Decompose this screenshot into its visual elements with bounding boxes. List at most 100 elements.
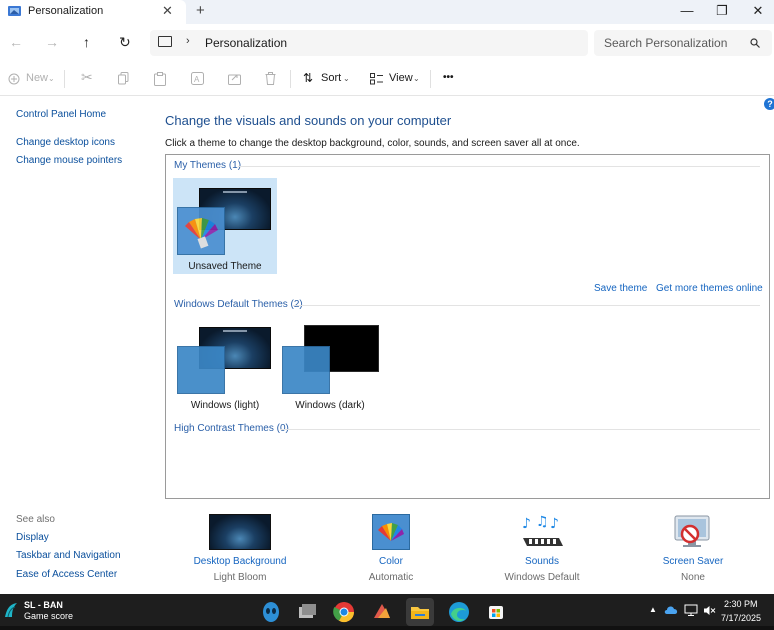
volume-muted-icon[interactable] (703, 604, 716, 617)
get-more-themes-link[interactable]: Get more themes online (656, 283, 763, 294)
address-field[interactable]: › Personalization (150, 30, 588, 56)
paste-icon[interactable] (154, 72, 166, 86)
tab-personalization[interactable]: Personalization ✕ (0, 0, 186, 24)
setting-value: Windows Default (504, 572, 580, 583)
alienware-app-icon[interactable] (257, 598, 285, 626)
taskbar: SL - BAN Game score ▲ 2:30 PM 7/17/2025 (0, 594, 774, 630)
title-bar: Personalization ✕ + — ❐ ✕ (0, 0, 774, 24)
sort-button[interactable]: Sort (321, 72, 341, 84)
close-window-button[interactable]: ✕ (743, 1, 773, 23)
search-placeholder: Search Personalization (604, 36, 728, 50)
refresh-icon[interactable]: ↻ (119, 34, 131, 51)
sounds-icon: ♪ ♫ ♪ (522, 514, 563, 546)
divider (430, 70, 431, 88)
file-explorer-icon[interactable] (406, 598, 437, 630)
setting-value: None (681, 572, 705, 583)
svg-text:♪: ♪ (550, 516, 559, 532)
search-icon (750, 38, 760, 48)
setting-label[interactable]: Color (326, 556, 456, 567)
setting-value: Light Bloom (213, 572, 267, 583)
ease-of-access-link[interactable]: Ease of Access Center (16, 569, 117, 580)
theme-color-swatch (177, 346, 225, 394)
themes-list: My Themes (1) Unsaved Theme Save theme G… (165, 154, 770, 499)
svg-text:A: A (194, 75, 200, 84)
clock-date[interactable]: 7/17/2025 (721, 613, 761, 623)
theme-label: Windows (dark) (295, 400, 365, 411)
svg-text:♪: ♪ (522, 516, 531, 532)
chevron-down-icon: ⌄ (48, 74, 55, 83)
setting-label[interactable]: Sounds (477, 556, 607, 567)
chevron-down-icon: ⌄ (343, 74, 350, 83)
see-also-heading: See also (16, 514, 55, 525)
network-icon[interactable] (684, 603, 698, 617)
chevron-down-icon: ⌄ (413, 74, 420, 83)
view-button[interactable]: View (389, 72, 413, 84)
address-row: ← → ↑ ↻ › Personalization Search Persona… (0, 24, 774, 62)
theme-color-swatch (177, 207, 225, 255)
new-button[interactable]: New (26, 72, 48, 84)
up-arrow-icon[interactable]: ↑ (83, 34, 90, 50)
edge-icon[interactable] (445, 598, 473, 626)
color-icon (372, 514, 410, 550)
divider (290, 70, 291, 88)
section-my-themes: My Themes (1) (174, 160, 242, 171)
copy-icon[interactable] (118, 72, 129, 85)
divider (293, 305, 760, 306)
search-input[interactable]: Search Personalization (594, 30, 772, 56)
control-panel-home-link[interactable]: Control Panel Home (16, 109, 106, 120)
onedrive-icon[interactable] (664, 605, 679, 615)
share-icon[interactable] (228, 72, 241, 85)
save-theme-link[interactable]: Save theme (594, 283, 647, 294)
app-launcher-icon[interactable] (368, 598, 396, 626)
change-mouse-pointers-link[interactable]: Change mouse pointers (16, 155, 122, 166)
change-desktop-icons-link[interactable]: Change desktop icons (16, 137, 115, 148)
svg-text:♫: ♫ (536, 514, 549, 530)
tab-title: Personalization (28, 5, 104, 17)
cut-icon[interactable]: ✂ (81, 69, 93, 86)
theme-color-swatch (282, 346, 330, 394)
chrome-icon[interactable] (330, 598, 358, 626)
more-options-button[interactable]: ••• (443, 72, 454, 83)
setting-label[interactable]: Screen Saver (628, 556, 758, 567)
new-icon (8, 73, 20, 85)
close-tab-icon[interactable]: ✕ (162, 3, 173, 19)
theme-label: Unsaved Theme (188, 261, 262, 272)
rename-icon[interactable]: A (191, 72, 204, 85)
forward-arrow-icon[interactable]: → (45, 34, 59, 50)
section-default-themes: Windows Default Themes (2) (174, 299, 303, 310)
widget-subtitle[interactable]: Game score (24, 611, 73, 621)
view-icon (370, 73, 383, 85)
page-subtitle: Click a theme to change the desktop back… (165, 138, 580, 149)
game-score-icon[interactable] (3, 601, 19, 619)
theme-windows-dark[interactable]: Windows (dark) (278, 321, 382, 417)
back-arrow-icon[interactable]: ← (9, 34, 23, 50)
display-link[interactable]: Display (16, 532, 49, 543)
computer-icon (158, 36, 172, 47)
divider (238, 166, 760, 167)
setting-value: Automatic (368, 572, 414, 583)
breadcrumb[interactable]: Personalization (205, 36, 287, 50)
microsoft-store-icon[interactable] (482, 598, 510, 626)
sort-icon: ⇅ (303, 71, 314, 85)
theme-unsaved[interactable]: Unsaved Theme (173, 178, 277, 274)
chevron-up-icon[interactable]: ▲ (649, 605, 657, 614)
taskbar-navigation-link[interactable]: Taskbar and Navigation (16, 550, 121, 561)
widget-title[interactable]: SL - BAN (24, 600, 63, 610)
delete-icon[interactable] (265, 72, 276, 85)
color-fan-icon (185, 218, 218, 249)
help-icon[interactable]: ? (764, 98, 774, 110)
screen-saver-icon (674, 515, 710, 547)
clock-time[interactable]: 2:30 PM (724, 599, 758, 609)
task-view-icon[interactable] (293, 598, 321, 626)
minimize-button[interactable]: — (672, 1, 702, 23)
theme-windows-light[interactable]: Windows (light) (173, 321, 277, 417)
desktop-background-icon (209, 514, 271, 550)
new-tab-button[interactable]: + (196, 2, 205, 19)
personalization-icon (8, 6, 21, 16)
maximize-button[interactable]: ❐ (707, 1, 737, 23)
theme-label: Windows (light) (190, 400, 260, 411)
setting-label[interactable]: Desktop Background (175, 556, 305, 567)
divider (280, 429, 760, 430)
command-bar: New ⌄ ✂ A ⇅ Sort ⌄ View ⌄ ••• (0, 62, 774, 96)
screen-edge (0, 626, 774, 630)
